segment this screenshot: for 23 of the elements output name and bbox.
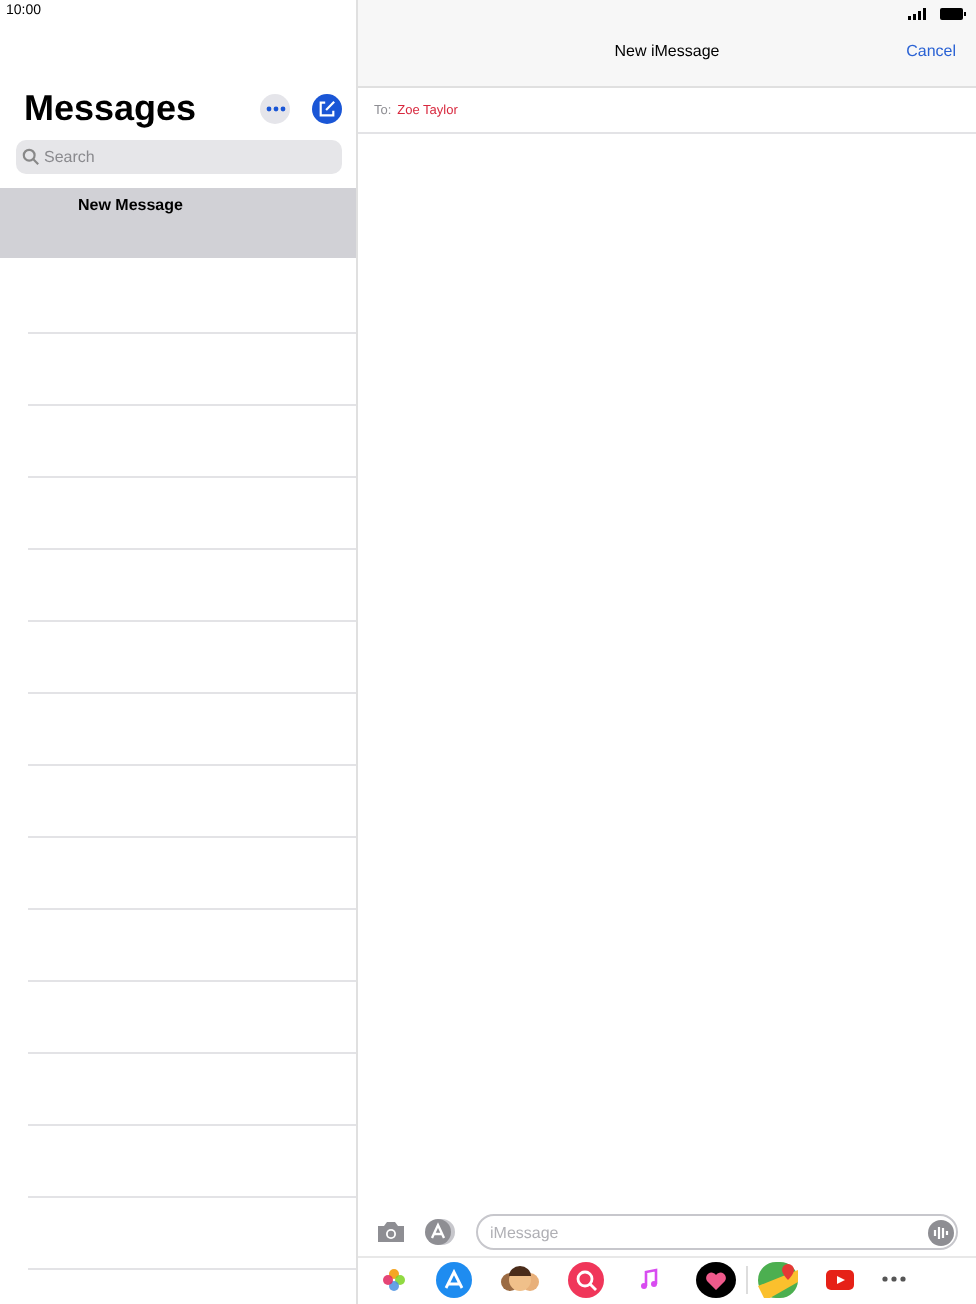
messages-title: Messages	[24, 87, 199, 129]
memoji-icon[interactable]	[500, 1263, 540, 1295]
camera-icon[interactable]	[376, 1220, 406, 1244]
app-store-icon[interactable]	[424, 1218, 458, 1246]
search-app-icon[interactable]	[568, 1261, 604, 1297]
battery-icon	[940, 8, 966, 20]
message-field[interactable]: iMessage	[476, 1214, 958, 1250]
photos-icon[interactable]	[380, 1265, 408, 1293]
compose-title: New iMessage	[614, 41, 720, 59]
conversation-item[interactable]: New Message	[0, 188, 356, 258]
compose-icon	[318, 99, 336, 117]
signal-icon	[908, 8, 926, 20]
search-field[interactable]: Search	[16, 140, 342, 174]
video-play-icon[interactable]	[826, 1269, 854, 1289]
maps-icon[interactable]	[758, 1261, 798, 1297]
more-button[interactable]	[260, 93, 290, 123]
cancel-button[interactable]: Cancel	[906, 41, 956, 59]
compose-button[interactable]	[312, 93, 342, 123]
ellipsis-icon	[265, 105, 285, 111]
audio-icon[interactable]	[928, 1219, 954, 1245]
search-icon	[22, 148, 40, 166]
more-icon[interactable]	[882, 1276, 906, 1282]
app-store-icon[interactable]	[436, 1261, 472, 1297]
